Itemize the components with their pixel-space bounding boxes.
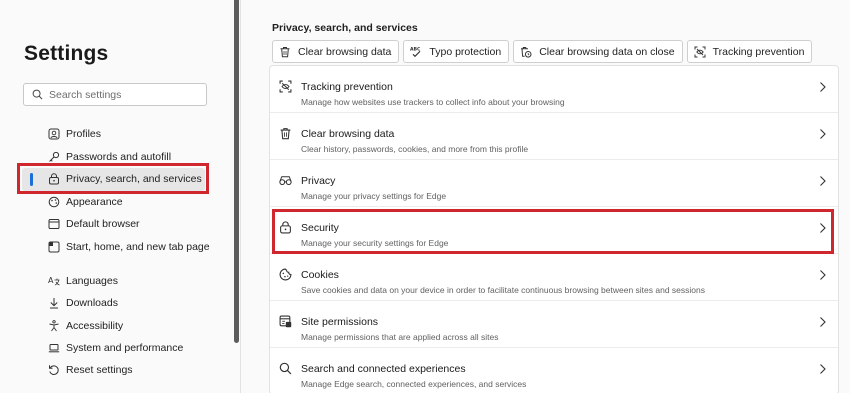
chevron-right-icon	[820, 270, 826, 280]
sidebar-item-appearance[interactable]: Appearance	[48, 192, 123, 212]
sidebar-item-system-performance[interactable]: System and performance	[48, 338, 183, 358]
svg-text:A: A	[48, 276, 54, 285]
trash-icon	[280, 46, 290, 57]
row-title: Clear browsing data	[301, 128, 395, 140]
row-title: Tracking prevention	[301, 81, 393, 93]
trash-clock-icon	[521, 46, 532, 58]
row-description: Manage Edge search, connected experience…	[301, 379, 527, 389]
search-icon	[279, 362, 292, 375]
browser-icon	[48, 219, 60, 229]
cookie-icon	[279, 268, 292, 281]
chip-label: Tracking prevention	[712, 45, 805, 58]
row-clear-browsing-data[interactable]: Clear browsing data Clear history, passw…	[270, 113, 838, 160]
row-tracking-prevention[interactable]: Tracking prevention Manage how websites …	[270, 66, 838, 113]
languages-icon: A	[48, 276, 60, 286]
chevron-right-icon	[820, 129, 826, 139]
row-description: Manage your privacy settings for Edge	[301, 191, 447, 201]
row-description: Manage permissions that are applied acro…	[301, 332, 499, 342]
chevron-right-icon	[820, 317, 826, 327]
row-search-connected-experiences[interactable]: Search and connected experiences Manage …	[270, 348, 838, 393]
chevron-right-icon	[820, 82, 826, 92]
search-input[interactable]	[49, 88, 189, 101]
sidebar-item-accessibility[interactable]: Accessibility	[48, 316, 123, 336]
chip-label: Typo protection	[429, 45, 502, 58]
row-cookies[interactable]: Cookies Save cookies and data on your de…	[270, 254, 838, 301]
pane-divider	[240, 0, 241, 393]
accessibility-icon	[49, 320, 59, 332]
quick-clear-on-close-button[interactable]: Clear browsing data on close	[513, 40, 683, 63]
chevron-right-icon	[820, 364, 826, 374]
permissions-icon	[279, 315, 292, 328]
page-title: Settings	[24, 42, 109, 65]
profiles-icon	[48, 128, 60, 140]
sidebar-item-label: Passwords and autofill	[66, 151, 172, 163]
appearance-icon	[48, 196, 60, 208]
quick-clear-browsing-data-button[interactable]: Clear browsing data	[272, 40, 400, 63]
sidebar-item-label: Reset settings	[66, 364, 133, 376]
sidebar-item-default-browser[interactable]: Default browser	[48, 214, 140, 234]
sidebar-item-reset-settings[interactable]: Reset settings	[48, 360, 133, 380]
quick-tracking-prevention-button[interactable]: Tracking prevention	[686, 40, 813, 63]
row-privacy[interactable]: Privacy Manage your privacy settings for…	[270, 160, 838, 207]
search-icon	[32, 89, 43, 100]
highlight-box-security	[272, 209, 834, 254]
sidebar-item-profiles[interactable]: Profiles	[48, 124, 101, 144]
row-title: Privacy	[301, 175, 336, 187]
row-description: Clear history, passwords, cookies, and m…	[301, 144, 529, 154]
row-site-permissions[interactable]: Site permissions Manage permissions that…	[270, 301, 838, 348]
sidebar-item-label: Appearance	[66, 196, 123, 208]
download-icon	[50, 298, 58, 309]
row-title: Cookies	[301, 269, 339, 281]
row-title: Site permissions	[301, 316, 379, 328]
quick-actions: Clear browsing data ABC Typo protection …	[272, 40, 813, 63]
sidebar-scrollbar[interactable]	[234, 0, 239, 343]
sidebar-item-start-home[interactable]: Start, home, and new tab page	[48, 237, 210, 257]
row-title: Search and connected experiences	[301, 363, 466, 375]
sidebar-item-label: Profiles	[66, 128, 102, 140]
sidebar-item-label: Languages	[66, 275, 118, 287]
sidebar-item-downloads[interactable]: Downloads	[48, 293, 118, 313]
chip-label: Clear browsing data on close	[539, 45, 675, 58]
row-description: Save cookies and data on your device in …	[301, 285, 705, 295]
chevron-right-icon	[820, 176, 826, 186]
home-tab-icon	[48, 241, 60, 253]
tracking-icon	[279, 80, 292, 93]
laptop-icon	[48, 344, 60, 353]
search-settings-field[interactable]	[23, 83, 207, 106]
row-description: Manage how websites use trackers to coll…	[301, 97, 565, 107]
key-icon	[49, 151, 60, 162]
sidebar-item-languages[interactable]: A Languages	[48, 271, 118, 291]
sidebar-item-label: Default browser	[66, 218, 140, 230]
quick-typo-protection-button[interactable]: ABC Typo protection	[403, 40, 510, 63]
abc-check-icon: ABC	[410, 46, 421, 57]
section-title: Privacy, search, and services	[272, 22, 418, 34]
sidebar: Settings Profiles Passwords and autofill…	[0, 0, 232, 393]
sidebar-item-label: Accessibility	[66, 320, 124, 332]
sidebar-item-label: System and performance	[66, 342, 184, 354]
chip-label: Clear browsing data	[298, 45, 392, 58]
highlight-box-privacy	[17, 163, 209, 194]
sidebar-item-label: Start, home, and new tab page	[66, 241, 210, 253]
reset-icon	[49, 365, 59, 375]
sidebar-item-label: Downloads	[66, 297, 118, 309]
glasses-icon	[279, 176, 292, 186]
tracking-icon	[694, 46, 706, 57]
trash-icon	[280, 128, 291, 140]
